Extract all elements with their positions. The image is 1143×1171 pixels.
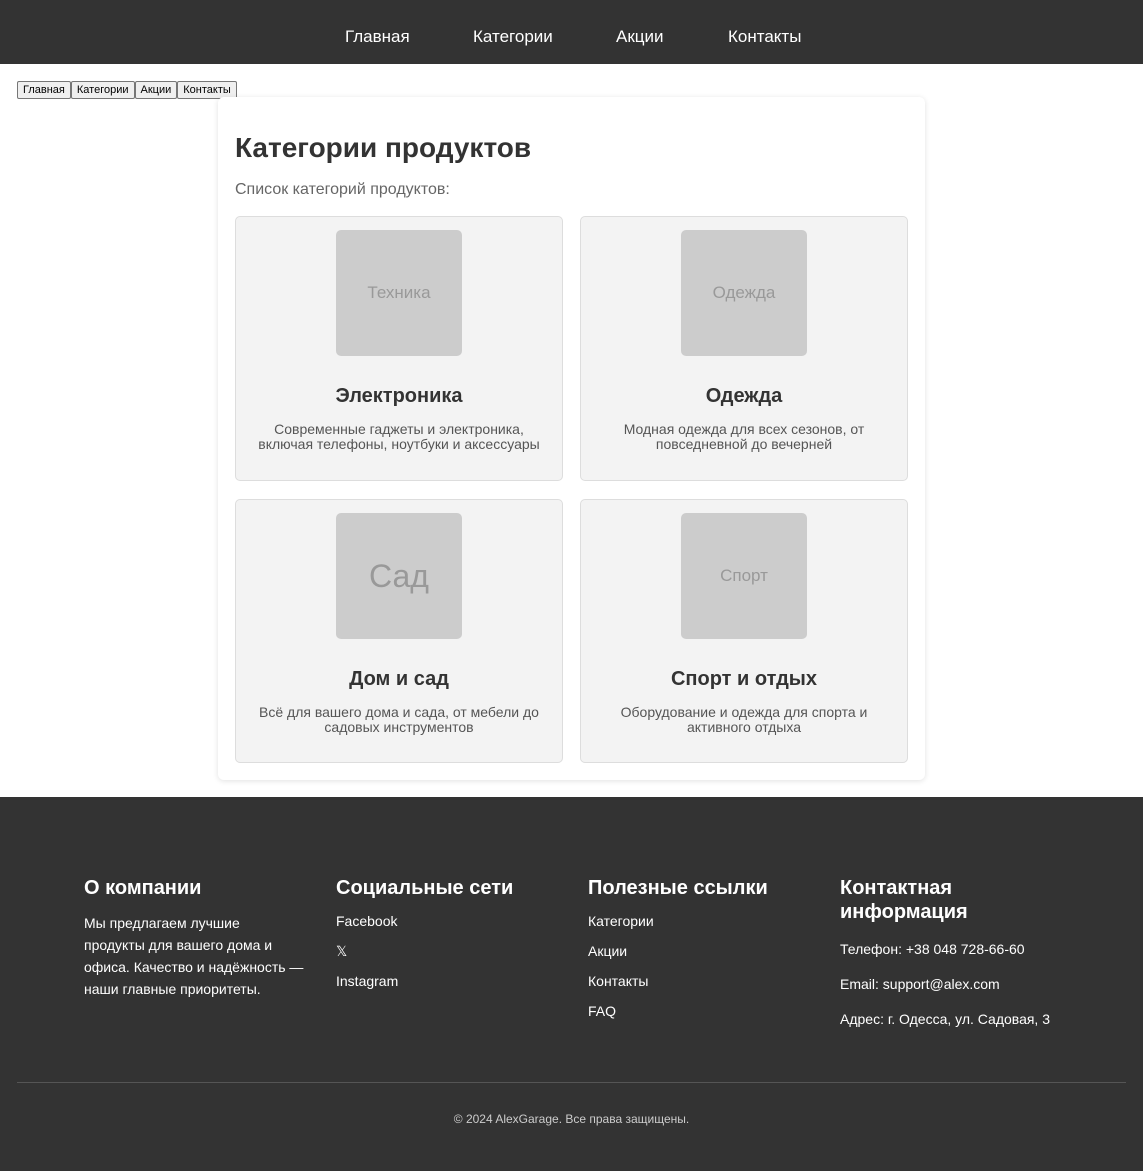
category-image-placeholder: Одежда bbox=[681, 230, 807, 356]
nav-link-categories[interactable]: Категории bbox=[473, 27, 553, 47]
category-image-placeholder: Сад bbox=[336, 513, 462, 639]
footer-link-faq[interactable]: FAQ bbox=[588, 1002, 818, 1032]
category-description: Всё для вашего дома и сада, от мебели до… bbox=[259, 704, 539, 735]
site-footer: О компании Мы предлагаем лучшие продукты… bbox=[0, 797, 1143, 1171]
category-card-electronics[interactable]: Техника Электроника Современные гаджеты … bbox=[235, 216, 563, 481]
copyright-text: © 2024 AlexGarage. Все права защищены. bbox=[453, 1112, 690, 1126]
x-link[interactable]: 𝕏 bbox=[336, 942, 566, 972]
button-bar: Главная Категории Акции Контакты bbox=[17, 81, 237, 99]
page-title: Категории продуктов bbox=[235, 132, 532, 163]
category-card-sport[interactable]: Спорт Спорт и отдых Оборудование и одежд… bbox=[580, 499, 908, 763]
footer-social-title: Социальные сети bbox=[336, 877, 514, 899]
facebook-link[interactable]: Facebook bbox=[336, 912, 566, 942]
footer-link-promotions[interactable]: Акции bbox=[588, 942, 818, 972]
category-card-clothing[interactable]: Одежда Одежда Модная одежда для всех сез… bbox=[580, 216, 908, 481]
category-name: Одежда bbox=[705, 385, 783, 407]
footer-social: Социальные сети Facebook 𝕏 Instagram bbox=[336, 876, 566, 1002]
footer-divider bbox=[17, 1082, 1126, 1083]
footer-contact: Контактная информация Телефон: +38 048 7… bbox=[840, 876, 1060, 1045]
category-name: Электроника bbox=[335, 385, 463, 407]
contact-address: Адрес: г. Одесса, ул. Садовая, 3 bbox=[840, 1011, 1050, 1027]
footer-about: О компании Мы предлагаем лучшие продукты… bbox=[84, 876, 304, 1000]
footer-useful-title: Полезные ссылки bbox=[588, 877, 768, 899]
category-description: Модная одежда для всех сезонов, от повсе… bbox=[623, 421, 865, 452]
contact-email: Email: support@alex.com bbox=[840, 976, 1000, 992]
page-subtitle: Список категорий продуктов: bbox=[235, 181, 450, 198]
footer-about-text: Мы предлагаем лучшие продукты для вашего… bbox=[84, 915, 304, 997]
footer-link-contacts[interactable]: Контакты bbox=[588, 972, 818, 1002]
nav-link-home[interactable]: Главная bbox=[345, 27, 410, 47]
category-description: Современные гаджеты и электроника, включ… bbox=[258, 421, 540, 452]
button-home[interactable]: Главная bbox=[17, 81, 71, 99]
button-categories[interactable]: Категории bbox=[70, 81, 135, 99]
instagram-link[interactable]: Instagram bbox=[336, 972, 566, 1002]
footer-about-title: О компании bbox=[84, 877, 202, 899]
top-navigation: Главная Категории Акции Контакты bbox=[0, 0, 1143, 64]
footer-link-categories[interactable]: Категории bbox=[588, 912, 818, 942]
footer-useful-links: Полезные ссылки Категории Акции Контакты… bbox=[588, 876, 818, 1032]
category-description: Оборудование и одежда для спорта и актив… bbox=[620, 704, 868, 735]
category-card-home-garden[interactable]: Сад Дом и сад Всё для вашего дома и сада… bbox=[235, 499, 563, 763]
nav-link-promotions[interactable]: Акции bbox=[616, 27, 664, 47]
category-name: Спорт и отдых bbox=[670, 668, 818, 690]
button-promotions[interactable]: Акции bbox=[134, 81, 178, 99]
footer-contact-title: Контактная информация bbox=[840, 877, 968, 923]
nav-link-contacts[interactable]: Контакты bbox=[728, 27, 801, 47]
category-name: Дом и сад bbox=[349, 668, 449, 690]
contact-phone: Телефон: +38 048 728-66-60 bbox=[840, 941, 1025, 957]
category-image-placeholder: Техника bbox=[336, 230, 462, 356]
category-image-placeholder: Спорт bbox=[681, 513, 807, 639]
categories-panel: Категории продуктов Список категорий про… bbox=[218, 97, 925, 780]
